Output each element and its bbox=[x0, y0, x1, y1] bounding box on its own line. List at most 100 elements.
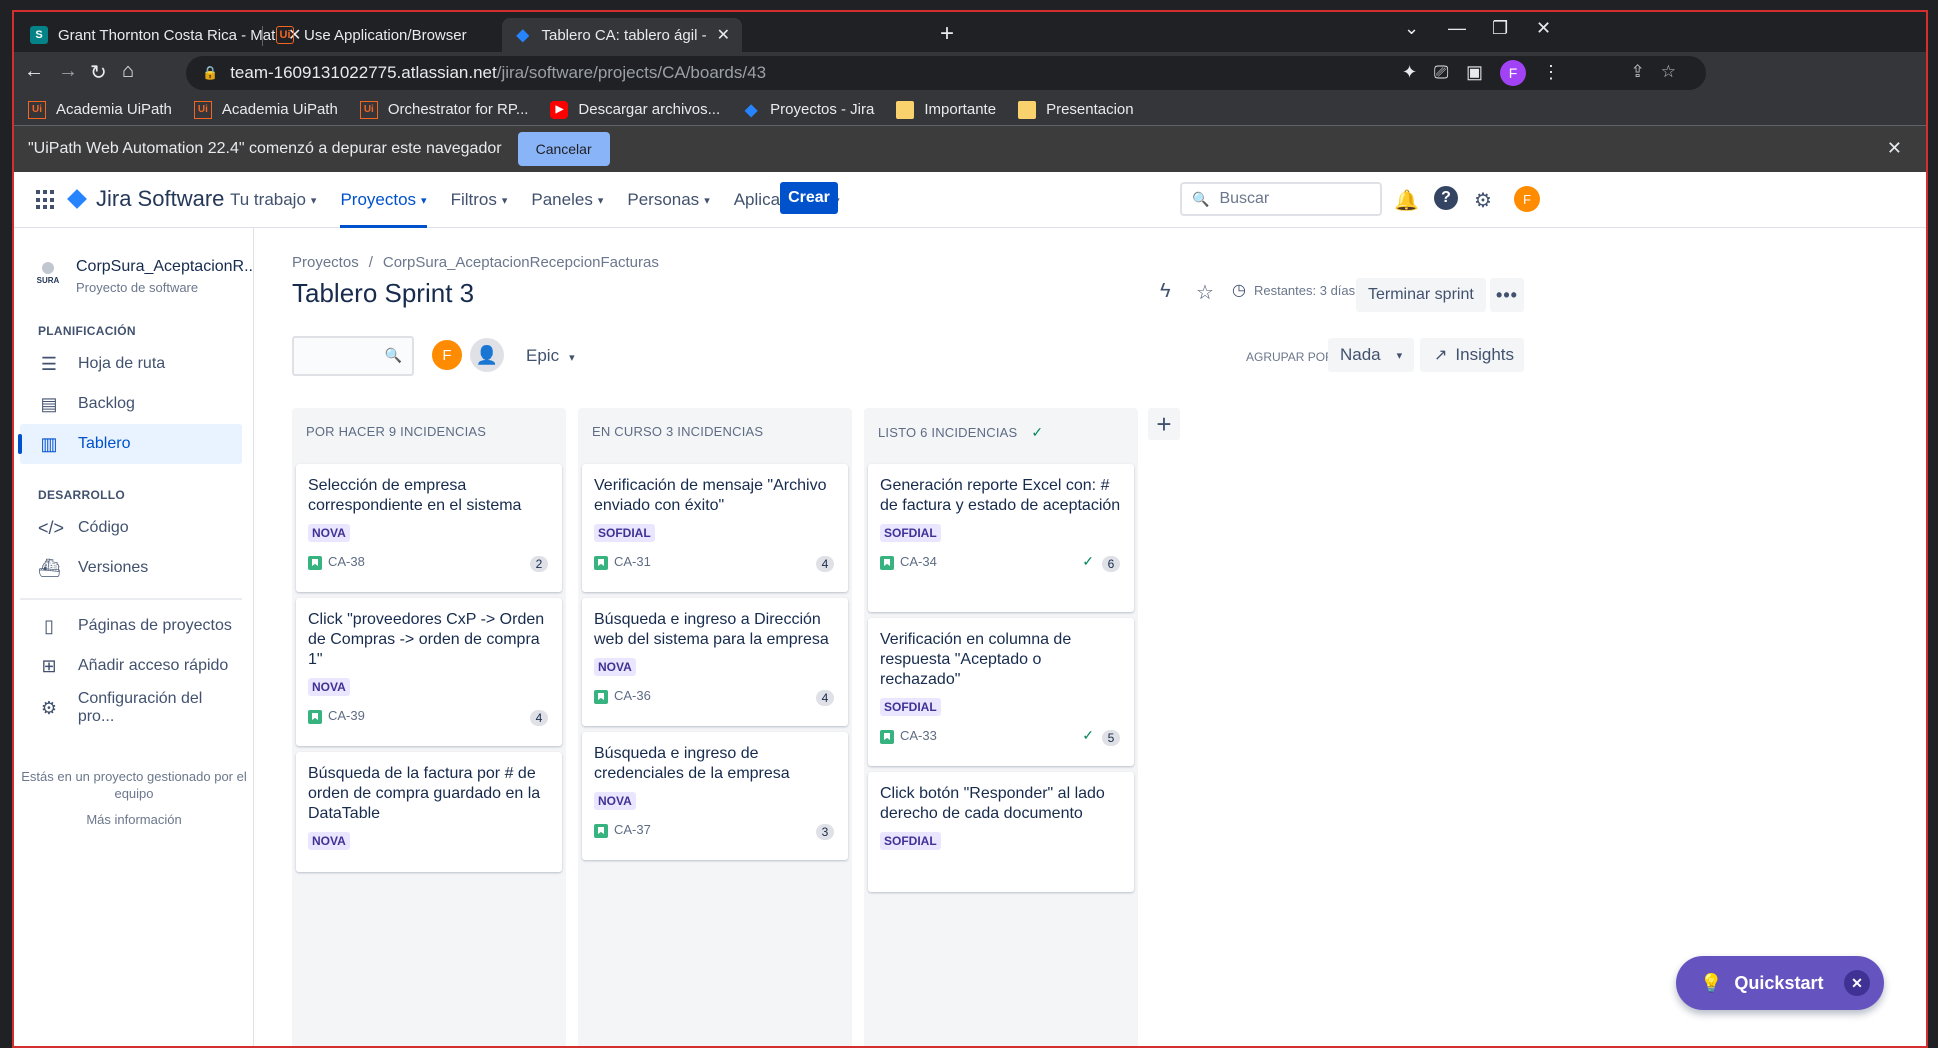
close-window-button[interactable]: ✕ bbox=[1536, 18, 1551, 39]
reload-button[interactable]: ↻ bbox=[90, 60, 107, 85]
user-avatar[interactable]: F bbox=[1514, 186, 1540, 212]
app-switcher-icon[interactable] bbox=[36, 190, 56, 210]
add-people-icon[interactable]: 👤 bbox=[470, 338, 504, 372]
more-info-link[interactable]: Más información bbox=[20, 812, 248, 827]
issue-key[interactable]: CA-36 bbox=[614, 688, 651, 703]
add-column-button[interactable]: + bbox=[1148, 408, 1180, 440]
breadcrumb-project[interactable]: CorpSura_AceptacionRecepcionFacturas bbox=[383, 254, 659, 271]
tab-search-icon[interactable]: ⌄ bbox=[1404, 18, 1419, 39]
assignee-avatar[interactable]: F bbox=[430, 338, 464, 372]
jira-logo[interactable]: Jira Software bbox=[66, 186, 224, 212]
roadmap-icon: ☰ bbox=[40, 353, 58, 374]
page-icon: ▯ bbox=[44, 615, 54, 636]
quickstart-button[interactable]: 💡 Quickstart ✕ bbox=[1676, 956, 1884, 1010]
nav-tu-trabajo[interactable]: Tu trabajo ▾ bbox=[230, 172, 316, 228]
issue-card[interactable]: Generación reporte Excel con: # de factu… bbox=[868, 464, 1134, 612]
tab-jira-board[interactable]: ◆ Tablero CA: tablero ágil - Jira ✕ bbox=[502, 18, 742, 52]
back-button[interactable]: ← bbox=[24, 60, 44, 83]
issue-card[interactable]: Búsqueda e ingreso a Dirección web del s… bbox=[582, 598, 848, 726]
epic-tag: NOVA bbox=[594, 792, 636, 810]
sidebar-item-label: Tablero bbox=[78, 435, 131, 452]
issue-card[interactable]: Búsqueda e ingreso de credenciales de la… bbox=[582, 732, 848, 860]
card-summary: Verificación en columna de respuesta "Ac… bbox=[880, 631, 1072, 688]
star-icon[interactable]: ☆ bbox=[1196, 280, 1214, 305]
side-panel-icon[interactable]: ▣ bbox=[1466, 62, 1483, 83]
forward-button[interactable]: → bbox=[58, 60, 78, 83]
bookmark-proyectos-jira[interactable]: ◆ Proyectos - Jira bbox=[742, 101, 874, 119]
automation-icon[interactable]: ϟ bbox=[1160, 280, 1171, 303]
settings-icon[interactable]: ⚙ bbox=[1474, 188, 1492, 213]
bookmark-presentacion[interactable]: Presentacion bbox=[1018, 100, 1134, 119]
nav-proyectos[interactable]: Proyectos ▾ bbox=[340, 172, 427, 228]
restore-button[interactable]: ❐ bbox=[1492, 18, 1508, 39]
sidebar-item-add-shortcut[interactable]: ⊞ Añadir acceso rápido bbox=[20, 646, 242, 686]
bookmark-label: Descargar archivos... bbox=[578, 101, 721, 118]
nav-paneles[interactable]: Paneles ▾ bbox=[531, 172, 603, 228]
nav-label: Proyectos bbox=[340, 190, 417, 209]
story-icon bbox=[594, 690, 608, 704]
issue-key[interactable]: CA-39 bbox=[328, 708, 365, 723]
card-summary: Verificación de mensaje "Archivo enviado… bbox=[594, 477, 827, 514]
menu-icon[interactable]: ⋮ bbox=[1542, 62, 1560, 83]
home-button[interactable]: ⌂ bbox=[122, 60, 134, 83]
bookmark-importante[interactable]: Importante bbox=[896, 100, 996, 119]
search-input[interactable]: 🔍 Buscar bbox=[1180, 182, 1382, 216]
close-icon[interactable]: ✕ bbox=[717, 25, 730, 45]
sidebar-item-releases[interactable]: ⛴ Versiones bbox=[20, 548, 242, 588]
board-search-input[interactable]: 🔍 bbox=[292, 336, 414, 376]
project-header[interactable]: SURA CorpSura_AceptacionR... Proyecto de… bbox=[34, 258, 258, 295]
sidebar-item-label: Hoja de ruta bbox=[78, 355, 166, 372]
notifications-icon[interactable]: 🔔 bbox=[1394, 188, 1419, 213]
board-icon: ▥ bbox=[40, 433, 58, 454]
issue-key[interactable]: CA-34 bbox=[900, 554, 937, 569]
close-icon[interactable]: ✕ bbox=[1887, 138, 1902, 159]
issue-key[interactable]: CA-38 bbox=[328, 554, 365, 569]
profile-avatar[interactable]: F bbox=[1500, 60, 1526, 86]
epic-filter[interactable]: Epic ▾ bbox=[526, 346, 575, 366]
issue-card[interactable]: Verificación de mensaje "Archivo enviado… bbox=[582, 464, 848, 592]
sidebar-item-board[interactable]: ▥ Tablero bbox=[18, 424, 242, 464]
card-summary: Click "proveedores CxP -> Orden de Compr… bbox=[308, 611, 545, 668]
tab-separator bbox=[262, 26, 263, 46]
sidebar-item-code[interactable]: </> Código bbox=[20, 508, 242, 548]
sidebar-item-roadmap[interactable]: ☰ Hoja de ruta bbox=[20, 344, 242, 384]
issue-card[interactable]: Verificación en columna de respuesta "Ac… bbox=[868, 618, 1134, 766]
new-tab-button[interactable]: + bbox=[940, 20, 954, 48]
issue-key[interactable]: CA-37 bbox=[614, 822, 651, 837]
end-sprint-button[interactable]: Terminar sprint bbox=[1356, 278, 1486, 312]
extensions-icon[interactable]: ✦ bbox=[1402, 62, 1417, 83]
close-icon[interactable]: ✕ bbox=[1844, 970, 1870, 996]
share-star-icons[interactable]: ⇪☆ bbox=[1631, 62, 1692, 82]
cancel-debug-button[interactable]: Cancelar bbox=[517, 132, 610, 166]
cast-icon[interactable]: ⎚ bbox=[1434, 62, 1448, 83]
breadcrumb-projects[interactable]: Proyectos bbox=[292, 254, 359, 271]
help-icon[interactable]: ? bbox=[1434, 186, 1458, 210]
issue-key[interactable]: CA-31 bbox=[614, 554, 651, 569]
insights-button[interactable]: ↗ Insights bbox=[1420, 338, 1524, 372]
sidebar-item-project-pages[interactable]: ▯ Páginas de proyectos bbox=[20, 606, 242, 646]
toolbar: ← → ↻ ⌂ 🔒 team-1609131022775.atlassian.n… bbox=[14, 52, 1926, 94]
nav-personas[interactable]: Personas ▾ bbox=[627, 172, 709, 228]
more-actions-button[interactable]: ••• bbox=[1490, 278, 1524, 312]
issue-card[interactable]: Click "proveedores CxP -> Orden de Compr… bbox=[296, 598, 562, 746]
issue-card[interactable]: Búsqueda de la factura por # de orden de… bbox=[296, 752, 562, 872]
group-by-select[interactable]: Nada ▾ bbox=[1328, 338, 1414, 372]
bookmark-descargar[interactable]: ▶ Descargar archivos... bbox=[550, 100, 721, 119]
sidebar-item-backlog[interactable]: ▤ Backlog bbox=[20, 384, 242, 424]
bookmark-academia-uipath-2[interactable]: Ui Academia UiPath bbox=[193, 100, 338, 119]
folder-icon bbox=[896, 100, 915, 119]
minimize-button[interactable]: — bbox=[1448, 18, 1466, 39]
nav-filtros[interactable]: Filtros ▾ bbox=[451, 172, 508, 228]
sidebar-item-settings[interactable]: ⚙ Configuración del pro... bbox=[20, 688, 242, 728]
issue-card[interactable]: Selección de empresa correspondiente en … bbox=[296, 464, 562, 592]
tab-use-application[interactable]: Ui Use Application/Browser ✕ bbox=[264, 18, 529, 52]
lock-icon: 🔒 bbox=[202, 65, 219, 80]
epic-tag: SOFDIAL bbox=[594, 524, 655, 542]
bookmark-orchestrator[interactable]: Ui Orchestrator for RP... bbox=[359, 100, 528, 119]
issue-card[interactable]: Click botón "Responder" al lado derecho … bbox=[868, 772, 1134, 892]
ship-icon: ⛴ bbox=[38, 557, 61, 578]
column-header: LISTO 6 INCIDENCIAS ✓ bbox=[878, 424, 1043, 441]
bookmark-academia-uipath[interactable]: Ui Academia UiPath bbox=[28, 100, 172, 119]
create-button[interactable]: Crear bbox=[780, 182, 838, 214]
issue-key[interactable]: CA-33 bbox=[900, 728, 937, 743]
